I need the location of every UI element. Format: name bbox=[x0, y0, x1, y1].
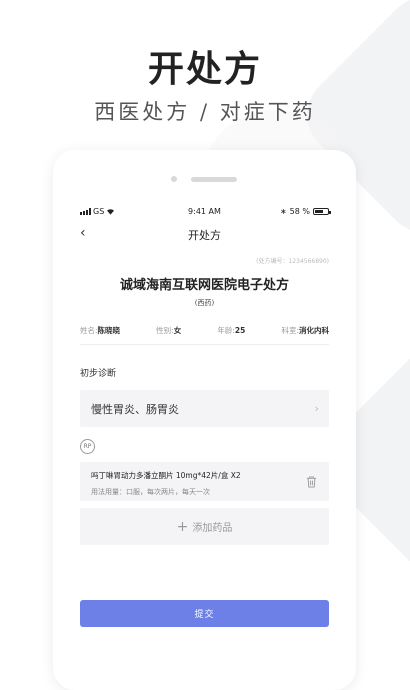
drug-item[interactable]: 吗丁啉胃动力多潘立酮片 10mg*42片/盒 X2 用法用量：口服，每次两片，每… bbox=[80, 462, 329, 501]
phone-mockup: GS 9:41 AM ∗ 58 % ‹ 开处方 (处方编号：1234566890… bbox=[53, 150, 356, 690]
patient-age: 年龄:25 bbox=[217, 326, 246, 335]
patient-gender: 性别:女 bbox=[156, 326, 182, 335]
prescription-type: (西药) bbox=[194, 299, 215, 307]
hero-subtitle: 西医处方 / 对症下药 bbox=[94, 100, 316, 124]
bluetooth-icon: ∗ bbox=[279, 207, 287, 216]
diagnosis-selector[interactable]: 慢性胃炎、肠胃炎 › bbox=[80, 390, 329, 427]
patient-name: 姓名:陈晓晓 bbox=[80, 326, 121, 335]
hero-title: 开处方 bbox=[147, 48, 262, 90]
add-drug-button[interactable]: + 添加药品 bbox=[80, 508, 329, 545]
trash-icon[interactable] bbox=[306, 476, 317, 488]
plus-icon: + bbox=[176, 518, 189, 535]
submit-button[interactable]: 提交 bbox=[80, 600, 329, 627]
battery-percent: 58 % bbox=[289, 207, 310, 216]
prescription-number: (处方编号：1234566890) bbox=[256, 258, 329, 265]
patient-department: 科室:消化内科 bbox=[281, 326, 329, 335]
camera-dot bbox=[171, 176, 177, 182]
add-drug-label: 添加药品 bbox=[192, 523, 233, 534]
status-bar: GS 9:41 AM ∗ 58 % bbox=[80, 207, 331, 221]
drug-usage: 用法用量：口服，每次两片，每天一次 bbox=[91, 488, 210, 496]
speaker-bar bbox=[191, 177, 237, 182]
nav-title: 开处方 bbox=[188, 229, 221, 242]
nav-bar: ‹ 开处方 bbox=[80, 224, 329, 248]
patient-info: 姓名:陈晓晓 性别:女 年龄:25 科室:消化内科 bbox=[80, 325, 329, 345]
diagnosis-section-label: 初步诊断 bbox=[80, 369, 117, 379]
chevron-right-icon: › bbox=[314, 402, 319, 415]
rp-icon: RP bbox=[80, 439, 95, 454]
hospital-title: 诚域海南互联网医院电子处方 bbox=[119, 278, 289, 293]
diagnosis-value: 慢性胃炎、肠胃炎 bbox=[91, 402, 179, 416]
battery-icon bbox=[313, 208, 331, 215]
phone-screen: GS 9:41 AM ∗ 58 % ‹ 开处方 (处方编号：1234566890… bbox=[80, 207, 331, 627]
drug-name: 吗丁啉胃动力多潘立酮片 10mg*42片/盒 X2 bbox=[91, 471, 241, 480]
